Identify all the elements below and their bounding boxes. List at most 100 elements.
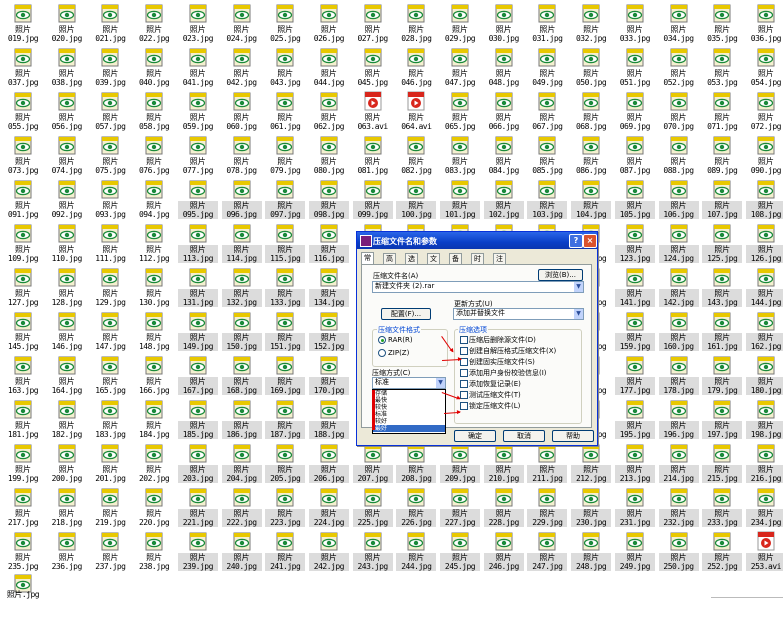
file-item[interactable]: 照片 242.jpg <box>308 531 349 575</box>
file-item[interactable]: 照片 146.jpg <box>47 311 87 355</box>
file-item[interactable]: 照片 132.jpg <box>221 267 262 311</box>
file-item[interactable]: 照片 230.jpg <box>571 487 612 531</box>
file-item[interactable]: 照片 224.jpg <box>308 487 349 531</box>
file-item[interactable]: 照片 211.jpg <box>527 443 568 487</box>
file-item[interactable]: 照片 074.jpg <box>47 135 87 179</box>
file-item[interactable]: 照片 055.jpg <box>3 91 43 135</box>
tab-comment[interactable]: 注释 <box>493 253 506 273</box>
file-item[interactable]: 照片 052.jpg <box>659 47 699 91</box>
file-item[interactable]: 照片 127.jpg <box>3 267 43 311</box>
file-item[interactable]: 照片 247.jpg <box>527 531 568 575</box>
method-option[interactable]: 较好 <box>373 418 445 425</box>
file-item[interactable]: 照片 206.jpg <box>308 443 349 487</box>
file-item[interactable]: 照片 215.jpg <box>702 443 743 487</box>
file-item[interactable]: 照片 100.jpg <box>396 179 437 223</box>
option-checkbox[interactable] <box>460 402 468 410</box>
file-item[interactable]: 照片 195.jpg <box>614 399 655 443</box>
file-item[interactable]: 照片 085.jpg <box>527 135 567 179</box>
file-item[interactable]: 照片 200.jpg <box>47 443 87 487</box>
file-item[interactable]: 照片 030.jpg <box>484 3 524 47</box>
file-item[interactable]: 照片 167.jpg <box>177 355 218 399</box>
file-item[interactable]: 照片 217.jpg <box>3 487 43 531</box>
file-item[interactable]: 照片 248.jpg <box>571 531 612 575</box>
file-item[interactable]: 照片 198.jpg <box>745 399 783 443</box>
method-option[interactable]: 最快 <box>373 397 445 404</box>
file-item[interactable]: 照片 178.jpg <box>658 355 699 399</box>
file-item[interactable]: 照片 185.jpg <box>177 399 218 443</box>
help-icon[interactable]: ? <box>569 234 583 248</box>
file-item[interactable]: 照片 051.jpg <box>615 47 655 91</box>
file-item[interactable]: 照片 225.jpg <box>352 487 393 531</box>
file-item[interactable]: 照片 133.jpg <box>265 267 306 311</box>
file-item[interactable]: 照片 168.jpg <box>221 355 262 399</box>
file-item[interactable]: 照片 245.jpg <box>440 531 480 575</box>
file-item[interactable]: 照片 243.jpg <box>352 531 393 575</box>
file-item[interactable]: 照片 056.jpg <box>47 91 87 135</box>
file-item[interactable]: 照片 212.jpg <box>571 443 612 487</box>
file-item[interactable]: 照片 075.jpg <box>90 135 130 179</box>
method-option[interactable]: 标准 <box>373 411 445 418</box>
file-item[interactable]: 照片 221.jpg <box>177 487 218 531</box>
method-option[interactable]: 存储 <box>373 390 445 397</box>
file-item[interactable]: 照片 240.jpg <box>221 531 262 575</box>
file-item[interactable]: 照片 115.jpg <box>265 223 306 267</box>
file-item[interactable]: 照片 036.jpg <box>746 3 783 47</box>
file-item[interactable]: 照片 091.jpg <box>3 179 43 223</box>
chevron-down-icon[interactable]: ▼ <box>574 282 583 292</box>
file-item[interactable]: 照片 046.jpg <box>396 47 436 91</box>
file-item[interactable]: 照片 027.jpg <box>353 3 393 47</box>
file-item[interactable]: 照片 068.jpg <box>571 91 611 135</box>
file-item[interactable]: 照片 092.jpg <box>47 179 87 223</box>
file-item[interactable]: 照片 031.jpg <box>527 3 567 47</box>
file-item[interactable]: 照片 039.jpg <box>90 47 130 91</box>
file-item[interactable]: 照片 165.jpg <box>90 355 130 399</box>
file-item[interactable]: 照片 094.jpg <box>134 179 174 223</box>
file-item[interactable]: 照片 098.jpg <box>308 179 349 223</box>
file-item[interactable]: 照片 047.jpg <box>440 47 480 91</box>
file-item[interactable]: 照片 244.jpg <box>396 531 437 575</box>
file-item[interactable]: 照片 034.jpg <box>659 3 699 47</box>
file-item[interactable]: 照片 159.jpg <box>614 311 655 355</box>
file-item[interactable]: 照片 082.jpg <box>396 135 436 179</box>
file-item[interactable]: 照片 084.jpg <box>484 135 524 179</box>
file-item[interactable]: 照片 124.jpg <box>658 223 699 267</box>
file-item[interactable]: 照片 202.jpg <box>134 443 174 487</box>
file-item[interactable]: 照片 022.jpg <box>134 3 174 47</box>
file-item[interactable]: 照片 106.jpg <box>658 179 699 223</box>
file-item[interactable]: 照片 229.jpg <box>527 487 568 531</box>
file-item[interactable]: 照片 048.jpg <box>484 47 524 91</box>
file-item[interactable]: 照片 079.jpg <box>265 135 305 179</box>
file-item[interactable]: 照片 213.jpg <box>614 443 655 487</box>
file-item[interactable]: 照片 038.jpg <box>47 47 87 91</box>
file-item[interactable]: 照片 073.jpg <box>3 135 43 179</box>
file-item[interactable]: 照片 035.jpg <box>702 3 742 47</box>
file-item[interactable]: 照片 239.jpg <box>177 531 218 575</box>
file-item[interactable]: 照片 076.jpg <box>134 135 174 179</box>
method-option[interactable]: 最好 <box>373 425 445 432</box>
file-item[interactable]: 照片 043.jpg <box>265 47 305 91</box>
file-item[interactable]: 照片 053.jpg <box>702 47 742 91</box>
file-item[interactable]: 照片 183.jpg <box>90 399 130 443</box>
file-item[interactable]: 照片 161.jpg <box>702 311 743 355</box>
file-item[interactable]: 照片 218.jpg <box>47 487 87 531</box>
file-item[interactable]: 照片 148.jpg <box>134 311 174 355</box>
file-item[interactable]: 照片 152.jpg <box>308 311 349 355</box>
file-item[interactable]: 照片 250.jpg <box>658 531 699 575</box>
file-item[interactable]: 照片 105.jpg <box>614 179 655 223</box>
file-item[interactable]: 照片 164.jpg <box>47 355 87 399</box>
file-item[interactable]: 照片 201.jpg <box>90 443 130 487</box>
file-item[interactable]: 照片 231.jpg <box>614 487 655 531</box>
file-item[interactable]: 照片 089.jpg <box>702 135 742 179</box>
tab-advanced[interactable]: 高级 <box>383 253 396 273</box>
file-item[interactable]: 照片 112.jpg <box>134 223 174 267</box>
file-item[interactable]: 照片 072.jpg <box>746 91 783 135</box>
file-item[interactable]: 照片 170.jpg <box>308 355 349 399</box>
file-item[interactable]: 照片 032.jpg <box>571 3 611 47</box>
file-item[interactable]: 照片 179.jpg <box>702 355 743 399</box>
file-item[interactable]: 照片 134.jpg <box>308 267 349 311</box>
file-item[interactable]: 照片 045.jpg <box>353 47 393 91</box>
file-item[interactable]: 照片 150.jpg <box>221 311 262 355</box>
cancel-button[interactable]: 取消 <box>503 430 545 442</box>
option-checkbox[interactable] <box>460 336 468 344</box>
file-item[interactable]: 照片 145.jpg <box>3 311 43 355</box>
